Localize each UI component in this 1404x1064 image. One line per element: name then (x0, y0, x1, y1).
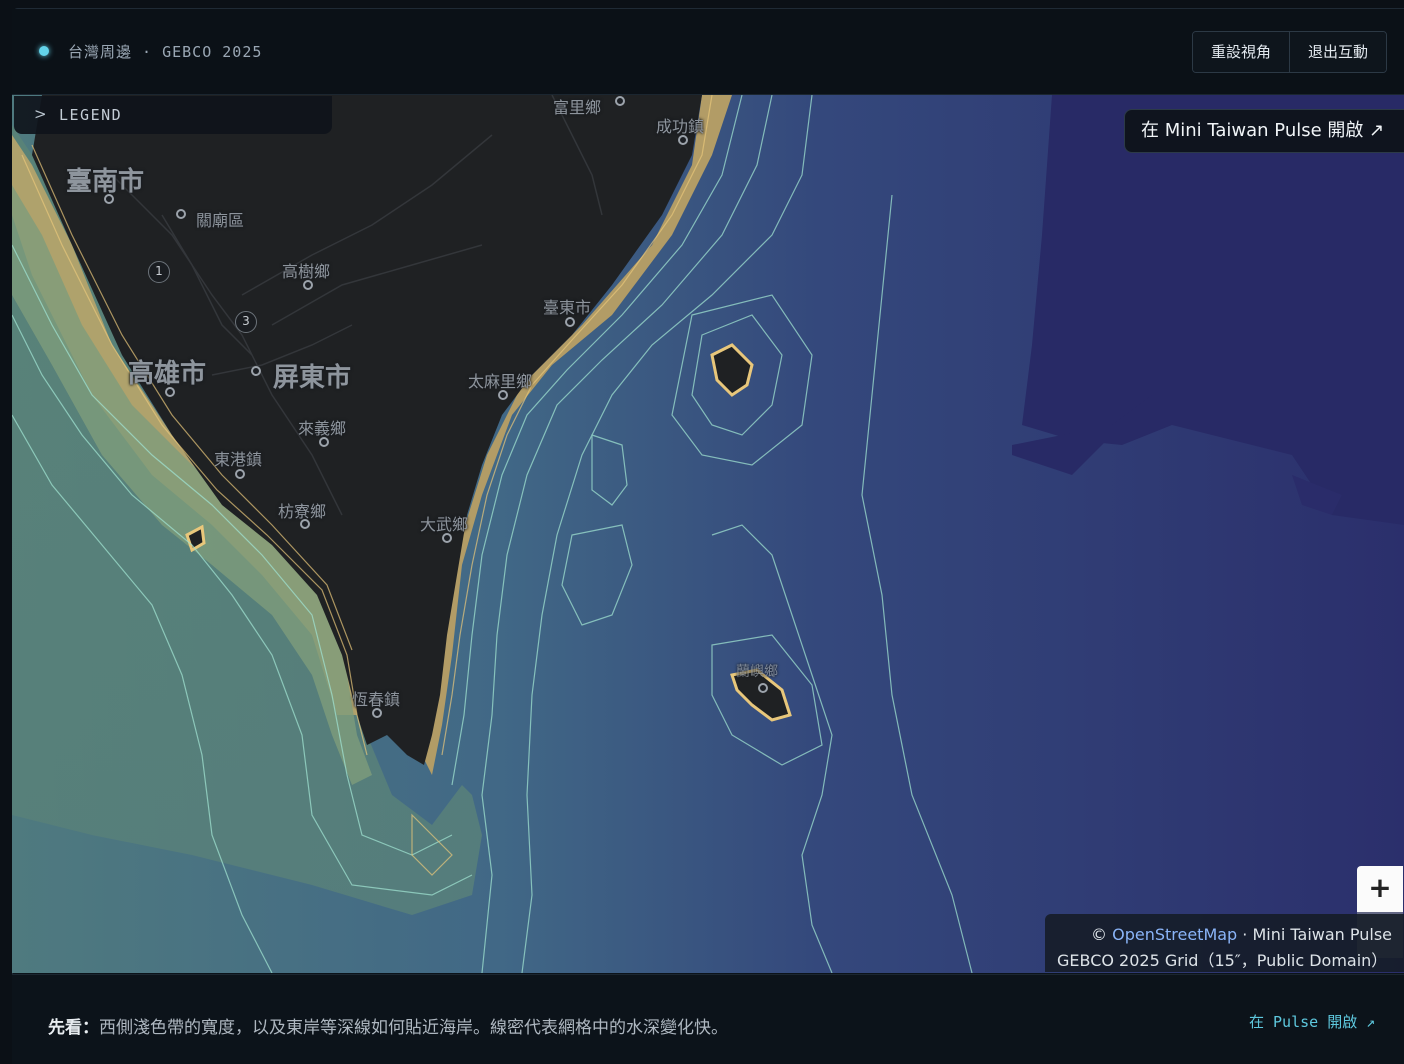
label-laiyi: 來義鄉 (298, 419, 347, 438)
highway-shield-1: 1 (148, 261, 170, 283)
label-taitung: 臺東市 (543, 298, 592, 317)
label-guanmiao: 關廟區 (196, 211, 245, 230)
label-fangliao: 枋寮鄉 (278, 502, 327, 521)
pin-tainan-icon (104, 194, 114, 204)
exit-interact-button[interactable]: 退出互動 (1289, 32, 1387, 72)
pin-kaohsiung-icon (165, 387, 175, 397)
open-in-pulse-link[interactable]: 在 Pulse 開啟 ↗ (1249, 1011, 1375, 1032)
label-taimali: 太麻里鄉 (468, 372, 533, 391)
pin-laiyi-icon (319, 437, 329, 447)
highway-shield-3: 3 (235, 311, 257, 333)
label-hengchun: 恆春鎮 (352, 690, 401, 709)
pin-fangliao-icon (300, 519, 310, 529)
footer-note-text: 西側淺色帶的寬度，以及東岸等深線如何貼近海岸。線密代表網格中的水深變化快。 (99, 1018, 728, 1038)
footer-note-lead: 先看： (48, 1018, 99, 1038)
pin-gaoshu-icon (303, 280, 313, 290)
pin-donggang-icon (235, 469, 245, 479)
pin-fuli-icon (615, 96, 625, 106)
attribution-suffix: · Mini Taiwan Pulse (1237, 925, 1393, 944)
pin-chenggong-icon (678, 135, 688, 145)
osm-link[interactable]: OpenStreetMap (1112, 925, 1237, 944)
bathymetry-map[interactable]: 臺南市 關廟區 1 高樹鄉 3 高雄市 屏東市 來義鄉 東港鎮 枋寮鄉 恆春鎮 … (12, 95, 1404, 973)
pin-lanyu-icon (758, 683, 768, 693)
view-controls: 重設視角 退出互動 (1192, 31, 1388, 73)
pin-taitung-icon (565, 317, 575, 327)
page-title: 台灣周邊 · GEBCO 2025 (68, 43, 263, 61)
pin-taimali-icon (498, 390, 508, 400)
label-donggang: 東港鎮 (214, 450, 263, 469)
open-in-pulse-button[interactable]: 在 Mini Taiwan Pulse 開啟 ↗ (1124, 109, 1404, 153)
attribution-prefix: © (1091, 925, 1113, 944)
chevron-right-icon: > (34, 105, 47, 123)
attribution-row-2: GEBCO 2025 Grid（15″，Public Domain） (1057, 951, 1388, 970)
pin-guanmiao-icon (176, 209, 186, 219)
label-dawu: 大武鄉 (420, 515, 469, 534)
header-bar: 台灣周邊 · GEBCO 2025 重設視角 退出互動 (12, 9, 1404, 95)
label-kaohsiung: 高雄市 (128, 359, 207, 389)
label-pingtung: 屏東市 (273, 363, 352, 393)
label-tainan: 臺南市 (66, 167, 145, 197)
map-attribution: © OpenStreetMap · Mini Taiwan Pulse GEBC… (1045, 914, 1404, 972)
footer-note: 先看：西側淺色帶的寬度，以及東岸等深線如何貼近海岸。線密代表網格中的水深變化快。 (48, 1013, 728, 1038)
attribution-row-1: © OpenStreetMap · Mini Taiwan Pulse (1057, 922, 1404, 948)
legend-toggle[interactable]: > LEGEND (14, 96, 332, 134)
pin-hengchun-icon (372, 708, 382, 718)
label-chenggong: 成功鎮 (656, 117, 705, 136)
legend-label: LEGEND (59, 106, 123, 124)
label-lanyu: 蘭嶼鄉 (736, 664, 778, 680)
label-fuli: 富里鄉 (553, 98, 602, 117)
status-dot-icon (39, 46, 49, 56)
label-gaoshu: 高樹鄉 (282, 262, 331, 281)
pin-dawu-icon (442, 533, 452, 543)
pin-pingtung-icon (251, 366, 261, 376)
reset-view-button[interactable]: 重設視角 (1193, 32, 1290, 72)
zoom-in-button[interactable]: + (1357, 866, 1403, 912)
footer-bar: 先看：西側淺色帶的寬度，以及東岸等深線如何貼近海岸。線密代表網格中的水深變化快。… (12, 974, 1404, 1064)
